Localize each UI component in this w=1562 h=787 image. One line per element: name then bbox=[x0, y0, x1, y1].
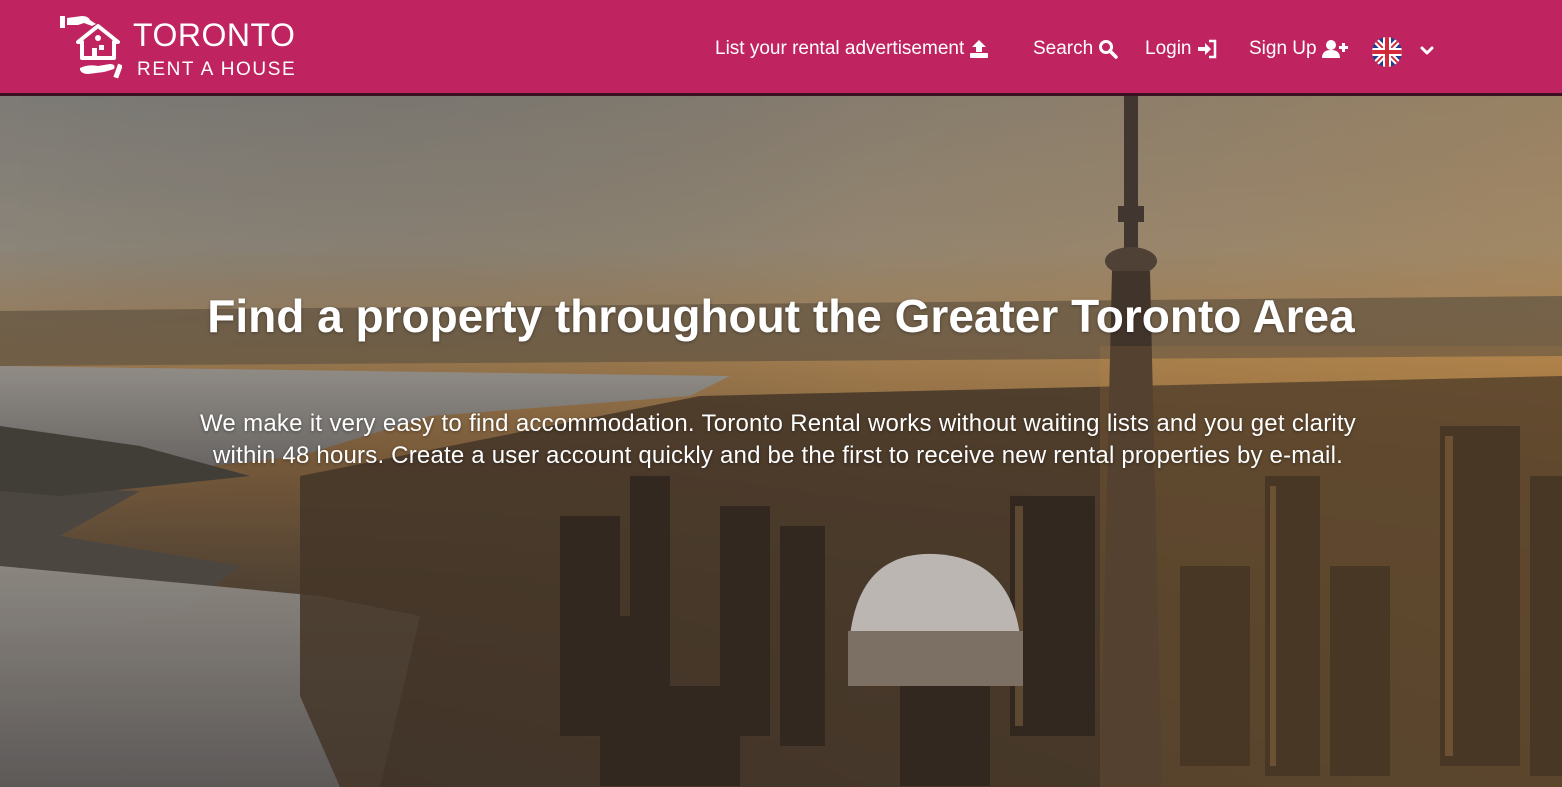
search-icon bbox=[1099, 40, 1118, 59]
brand-subtitle: RENT A HOUSE bbox=[137, 59, 297, 80]
hero-description: We make it very easy to find accommodati… bbox=[200, 410, 1356, 469]
list-rental-advert-label: List your rental advertisement bbox=[715, 38, 965, 59]
house-in-hands-icon bbox=[60, 16, 122, 79]
search-label: Search bbox=[1033, 38, 1094, 59]
uk-flag-icon bbox=[1372, 37, 1402, 67]
brand-logo[interactable]: TORONTO RENT A HOUSE bbox=[58, 12, 298, 84]
upload-icon bbox=[970, 40, 989, 58]
login-label: Login bbox=[1145, 38, 1192, 59]
top-navbar: TORONTO RENT A HOUSE List your rental ad… bbox=[0, 0, 1562, 96]
user-plus-icon bbox=[1321, 40, 1348, 58]
language-selector[interactable] bbox=[1372, 37, 1438, 67]
signup-label: Sign Up bbox=[1249, 38, 1317, 59]
login-link[interactable]: Login bbox=[1145, 36, 1217, 62]
hero-title: Find a property throughout the Greater T… bbox=[207, 290, 1355, 342]
sign-in-icon bbox=[1197, 39, 1216, 59]
signup-link[interactable]: Sign Up bbox=[1249, 36, 1348, 62]
list-rental-advert-link[interactable]: List your rental advertisement bbox=[715, 36, 989, 62]
hero-section: Find a property throughout the Greater T… bbox=[0, 96, 1562, 787]
brand-title: TORONTO bbox=[133, 17, 296, 53]
chevron-down-icon bbox=[1420, 46, 1434, 55]
search-link[interactable]: Search bbox=[1033, 36, 1118, 62]
